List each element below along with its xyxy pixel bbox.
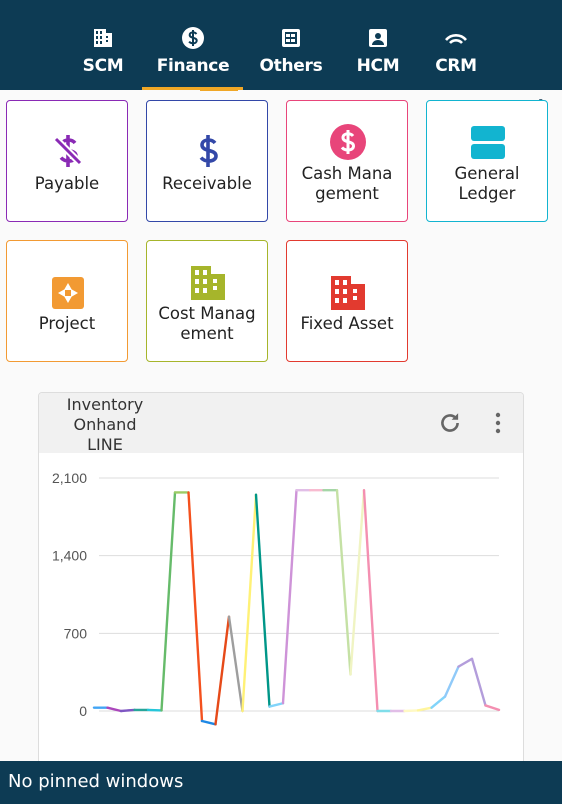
line-segment (484, 704, 501, 712)
tab-label: SCM (82, 56, 124, 76)
pinned-windows-text: No pinned windows (8, 771, 184, 792)
dollar-icon (199, 135, 218, 167)
widget-title: Inventory Onhand LINE (66, 395, 144, 454)
tab-finance[interactable]: Finance (142, 26, 243, 91)
tile-receivable[interactable]: Receivable (146, 100, 268, 222)
dollar-circle-icon (182, 27, 204, 49)
line-segment (200, 719, 217, 726)
grid-doc-icon (282, 29, 300, 47)
line-segment (362, 489, 379, 713)
top-navigation: SCM Finance Others HCM CRM (0, 0, 562, 91)
tile-payable[interactable]: Payable (6, 100, 128, 222)
tile-label: Project (38, 314, 96, 333)
tile-project[interactable]: Project (6, 240, 128, 362)
dollar-strikethrough-icon (53, 135, 83, 167)
y-tick-label: 2,100 (52, 470, 87, 486)
project-icon (52, 277, 84, 309)
line-segment (268, 702, 285, 708)
line-segment (187, 491, 204, 723)
id-badge-icon (369, 29, 387, 47)
building-icon (331, 276, 365, 310)
active-tab-indicator (142, 87, 243, 90)
line-segment (416, 706, 433, 712)
y-tick-label: 1,400 (52, 548, 87, 564)
line-segment (160, 491, 177, 712)
line-segment (443, 665, 460, 698)
tab-crm[interactable]: CRM (411, 26, 501, 76)
tile-cash-management[interactable]: Cash Mana gement (286, 100, 408, 222)
line-segment (457, 657, 474, 668)
more-vertical-icon[interactable] (491, 411, 505, 435)
line-segment (241, 493, 258, 713)
tab-label: CRM (435, 56, 477, 76)
tile-fixed-asset[interactable]: Fixed Asset (286, 240, 408, 362)
tile-label: Fixed Asset (300, 314, 394, 333)
line-segment (403, 709, 420, 713)
widget-header: Inventory Onhand LINE (39, 393, 523, 454)
tab-others[interactable]: Others (246, 26, 336, 76)
tab-scm[interactable]: SCM (58, 26, 148, 76)
tile-label: General Ledger (454, 164, 520, 203)
line-segment (146, 708, 163, 712)
pinned-windows-bar: No pinned windows (0, 761, 562, 804)
y-tick-label: 700 (64, 625, 88, 641)
line-segment (281, 489, 298, 705)
building-icon (94, 29, 112, 47)
tile-cost-management[interactable]: Cost Manag ement (146, 240, 268, 362)
ledger-icon (471, 126, 505, 159)
signal-arc-icon (445, 34, 467, 44)
line-segment (254, 493, 271, 708)
line-segment (470, 657, 487, 707)
dollar-circle-icon (330, 124, 366, 160)
tile-label: Payable (34, 174, 100, 193)
tile-label: Receivable (162, 174, 252, 193)
y-tick-label: 0 (79, 703, 87, 719)
inventory-line-chart: 0 700 1,400 2,100 (52, 470, 501, 726)
tile-label: Cash Mana gement (301, 164, 393, 203)
line-segment (335, 489, 352, 676)
line-segment (227, 615, 244, 713)
line-segment (119, 708, 136, 713)
tab-hcm[interactable]: HCM (333, 26, 423, 76)
line-segment (430, 695, 447, 709)
tab-label: Others (259, 56, 323, 76)
line-segment (349, 489, 366, 676)
building-icon (191, 266, 225, 300)
tile-label: Cost Manag ement (158, 304, 256, 343)
refresh-icon[interactable] (437, 410, 463, 436)
inventory-widget: Inventory Onhand LINE 0 700 1,400 2,100 (38, 392, 524, 792)
tab-label: HCM (356, 56, 400, 76)
tile-general-ledger[interactable]: General Ledger (426, 100, 548, 222)
tab-label: Finance (156, 56, 230, 76)
